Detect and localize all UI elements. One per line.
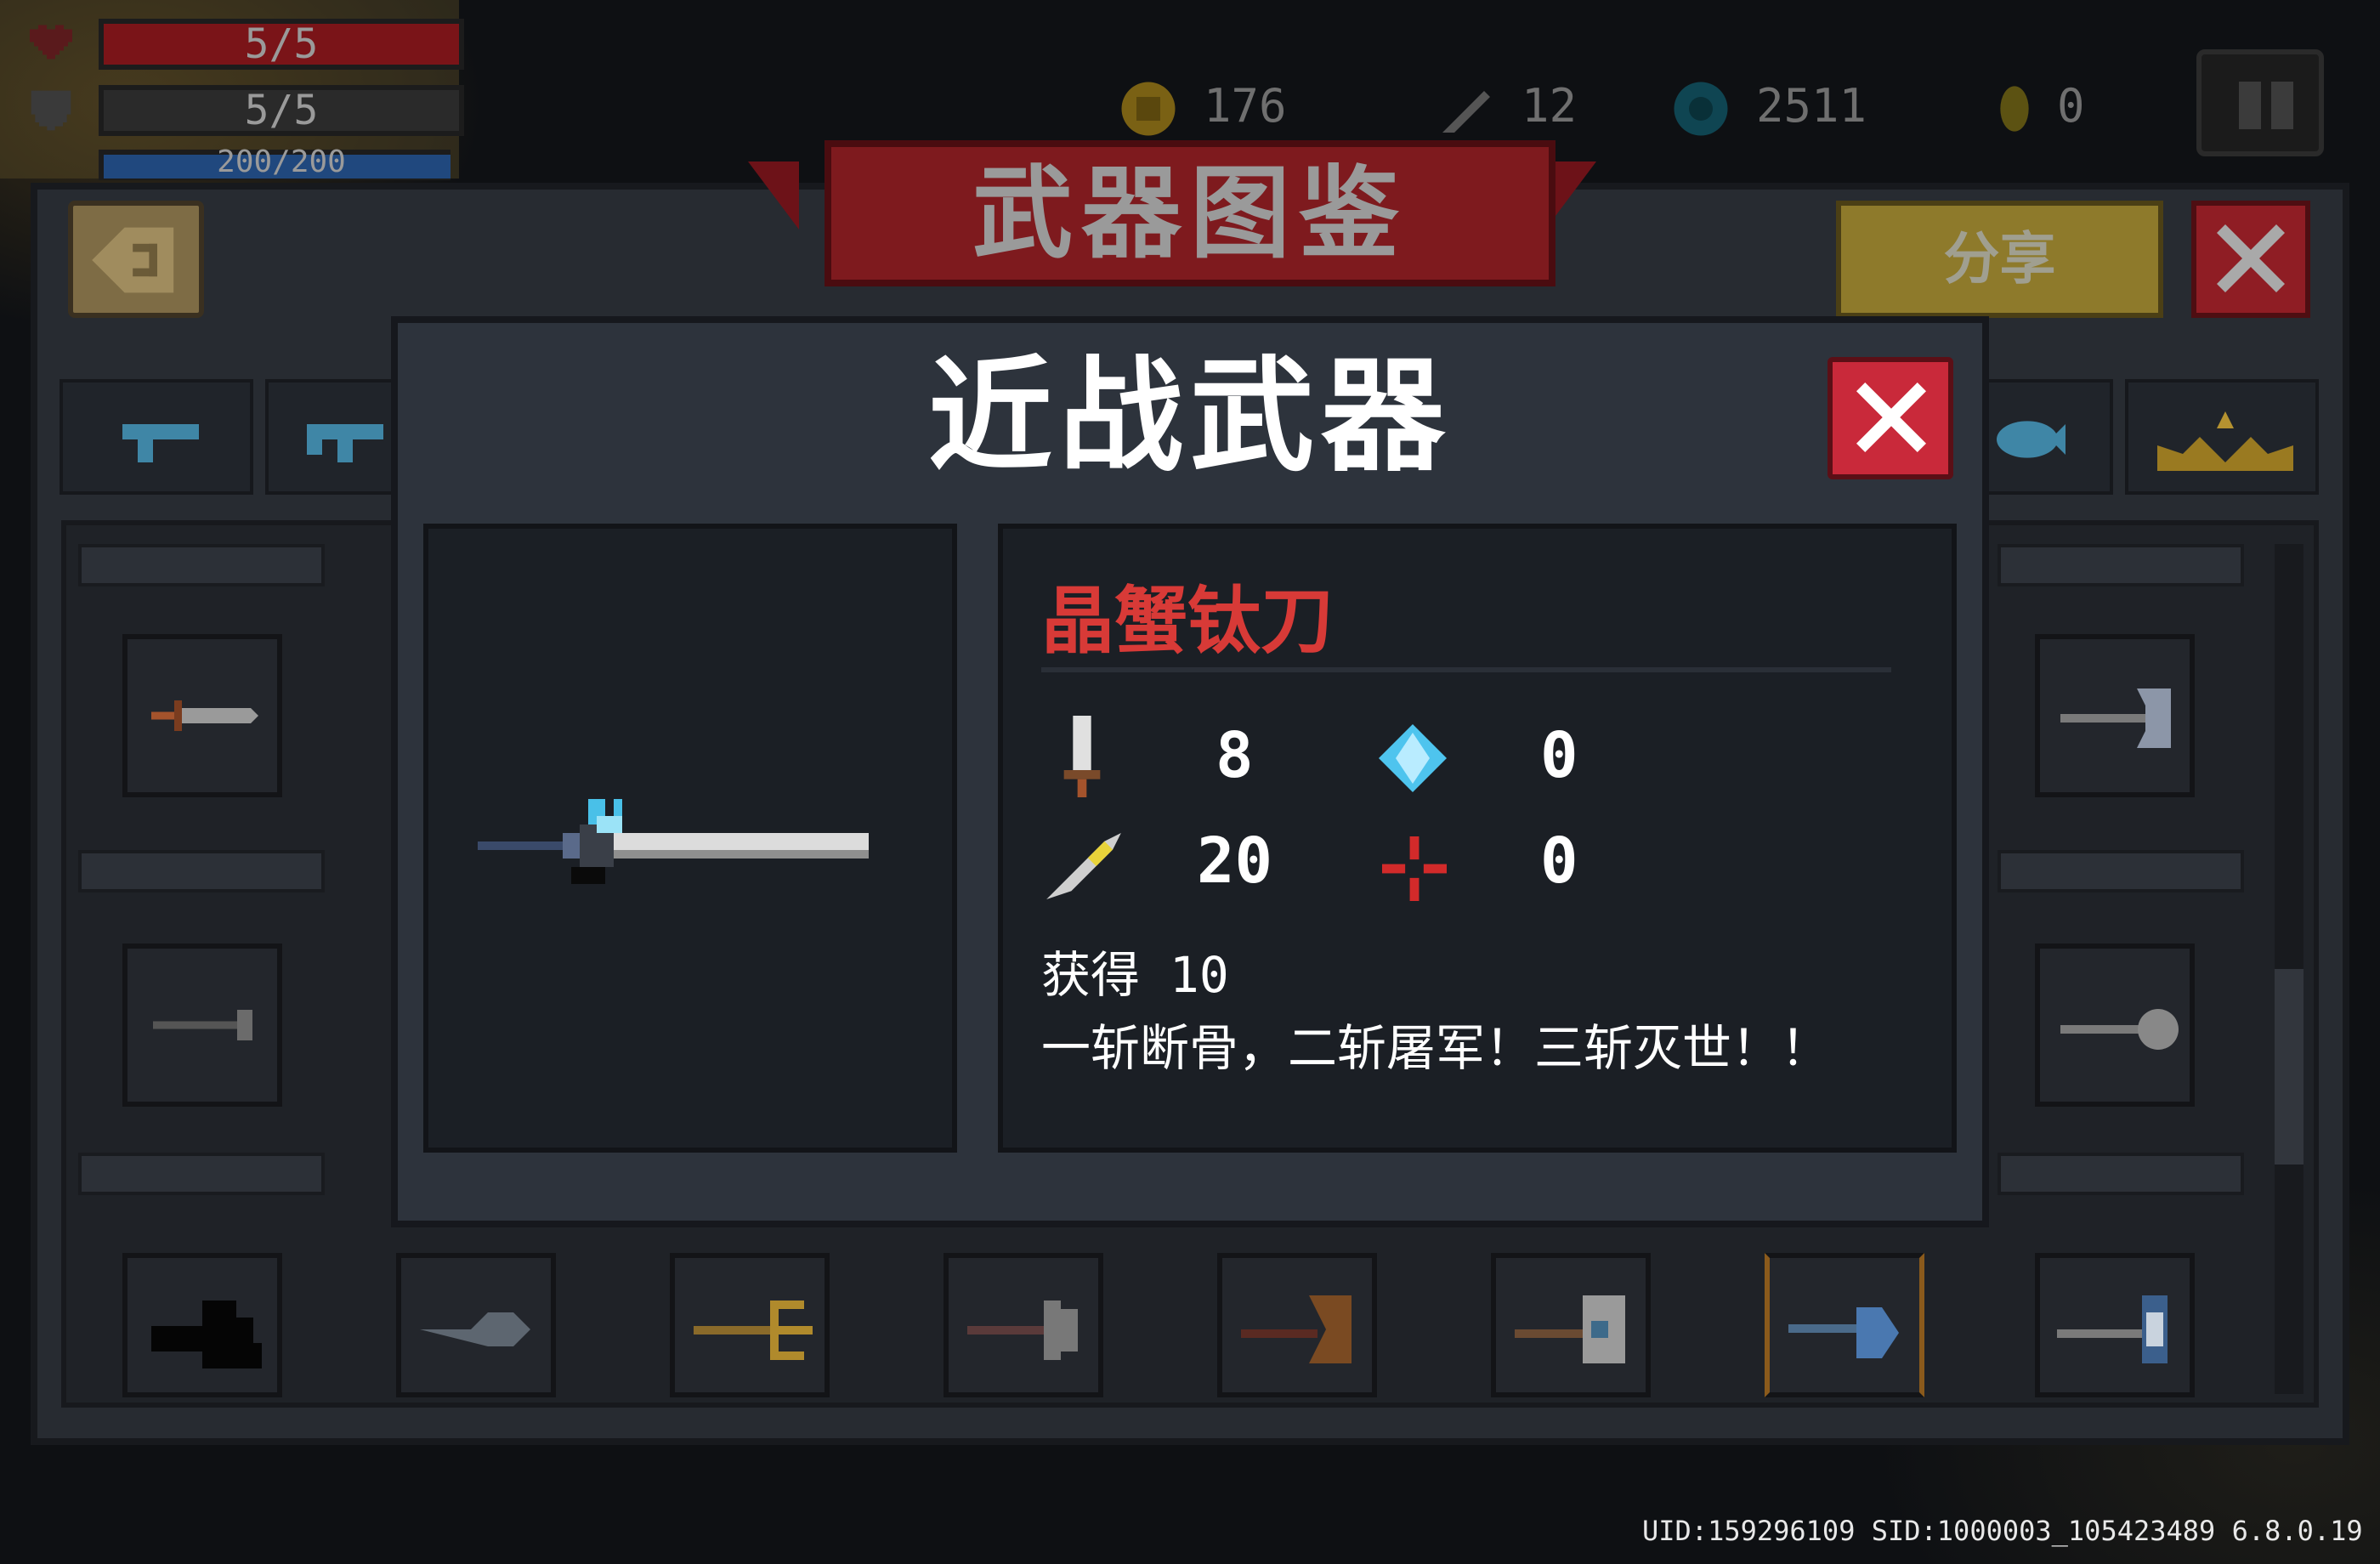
gold-counter: 176 (1119, 76, 1287, 136)
energy-row: 200/200 (26, 146, 450, 180)
weapon-name: 晶蟹钛刀 (1041, 579, 1334, 664)
crystal-crab-blade-icon (478, 799, 869, 884)
tab-special[interactable] (2125, 379, 2319, 495)
stone-hammer-icon (1515, 1295, 1625, 1363)
swordfish-icon (420, 1312, 530, 1346)
slot-cap (78, 544, 325, 586)
crown-icon (2157, 411, 2293, 471)
weapon-slot-blue-banner[interactable] (2035, 1253, 2195, 1397)
close-icon (2217, 224, 2285, 292)
critical-value: 20 (1197, 824, 1273, 898)
weapon-slot-knife[interactable] (122, 634, 282, 797)
gem-value: 2511 (1756, 79, 1867, 133)
weapon-slot-ice-axe[interactable] (1765, 1253, 1924, 1397)
trident-icon (694, 1300, 813, 1360)
modal-title: 近战武器 (928, 344, 1452, 489)
seed-counter: 0 (1998, 76, 2085, 136)
weapon-preview (423, 524, 957, 1153)
weapon-slot-axe[interactable] (2035, 634, 2195, 797)
ice-axe-icon (1788, 1307, 1899, 1358)
gold-coin-icon (1121, 82, 1176, 136)
double-axe-icon (967, 1300, 1078, 1360)
page-title: 武器图鉴 (972, 155, 1408, 272)
blue-halberd-icon (2057, 1295, 2168, 1363)
weapon-slot-glove[interactable] (122, 1253, 282, 1397)
weapon-slot-stone-hammer[interactable] (1491, 1253, 1651, 1397)
rifle-icon (307, 424, 383, 462)
energy-text: 200/200 (217, 146, 346, 179)
sword-damage-icon (1063, 716, 1101, 797)
weapon-slot-mace[interactable] (2035, 944, 2195, 1107)
pause-icon (2239, 82, 2261, 129)
weapon-slot-fire-axe[interactable] (1217, 1253, 1377, 1397)
armor-text: 5/5 (244, 87, 319, 134)
energy-diamond-icon (1379, 724, 1447, 792)
close-icon (1856, 382, 1926, 452)
damage-value: 8 (1216, 719, 1254, 792)
critical-feather-icon (1046, 833, 1121, 899)
slot-cap (1998, 850, 2244, 892)
pause-button[interactable] (2196, 49, 2324, 156)
acquired-count: 获得 10 (1041, 946, 1229, 1004)
close-encyclopedia-button[interactable] (2191, 201, 2310, 318)
feather-icon (1442, 91, 1490, 133)
mace-icon (2060, 1009, 2179, 1050)
weapon-slot-swordfish[interactable] (396, 1253, 556, 1397)
seed-value: 0 (2057, 79, 2085, 133)
fish-icon (1997, 421, 2066, 458)
spread-crosshair-icon (1382, 836, 1447, 901)
weapon-slot-trident[interactable] (670, 1253, 830, 1397)
back-button[interactable] (68, 201, 204, 318)
heart-icon (30, 25, 72, 60)
gold-value: 176 (1204, 79, 1287, 133)
uid-label: UID:159296109 SID:1000003_105423489 6.8.… (1642, 1515, 2363, 1547)
slot-cap (1998, 544, 2244, 586)
share-button[interactable]: 分享 (1836, 201, 2163, 318)
slot-cap (1998, 1153, 2244, 1195)
axe-icon (2060, 688, 2171, 748)
back-arrow-icon (92, 227, 174, 293)
ribbon-tail-left (748, 162, 799, 230)
hp-row: 5/5 (26, 15, 464, 73)
feather-value: 12 (1522, 79, 1578, 133)
info-divider (1041, 667, 1891, 672)
feather-counter: 12 (1436, 76, 1577, 136)
armor-row: 5/5 (26, 82, 464, 139)
weapon-slot-double-axe[interactable] (944, 1253, 1103, 1397)
glove-icon (151, 1300, 262, 1368)
knife-icon (151, 700, 258, 731)
shield-icon (31, 90, 71, 131)
hammer-icon (153, 1010, 252, 1040)
close-modal-button[interactable] (1828, 357, 1953, 479)
spread-value: 0 (1540, 824, 1578, 898)
gem-counter: 2511 (1671, 76, 1867, 136)
seed-icon (2000, 86, 2029, 133)
tab-pistols[interactable] (60, 379, 253, 495)
pause-icon-bar (2271, 82, 2293, 129)
tab-fish[interactable] (1986, 379, 2113, 495)
weapon-description: 一斩断骨，二斩屠军！三斩灭世！！ (1041, 1019, 1831, 1077)
weapon-slot-hammer[interactable] (122, 944, 282, 1107)
tab-rifles[interactable] (265, 379, 401, 495)
slot-cap (78, 850, 325, 892)
fire-axe-icon (1241, 1295, 1352, 1363)
hp-text: 5/5 (244, 20, 319, 68)
gem-icon (1674, 82, 1728, 136)
grid-scrollbar-thumb[interactable] (2275, 969, 2304, 1164)
slot-cap (78, 1153, 325, 1195)
pistol-icon (122, 424, 199, 462)
energy-cost-value: 0 (1540, 719, 1578, 792)
